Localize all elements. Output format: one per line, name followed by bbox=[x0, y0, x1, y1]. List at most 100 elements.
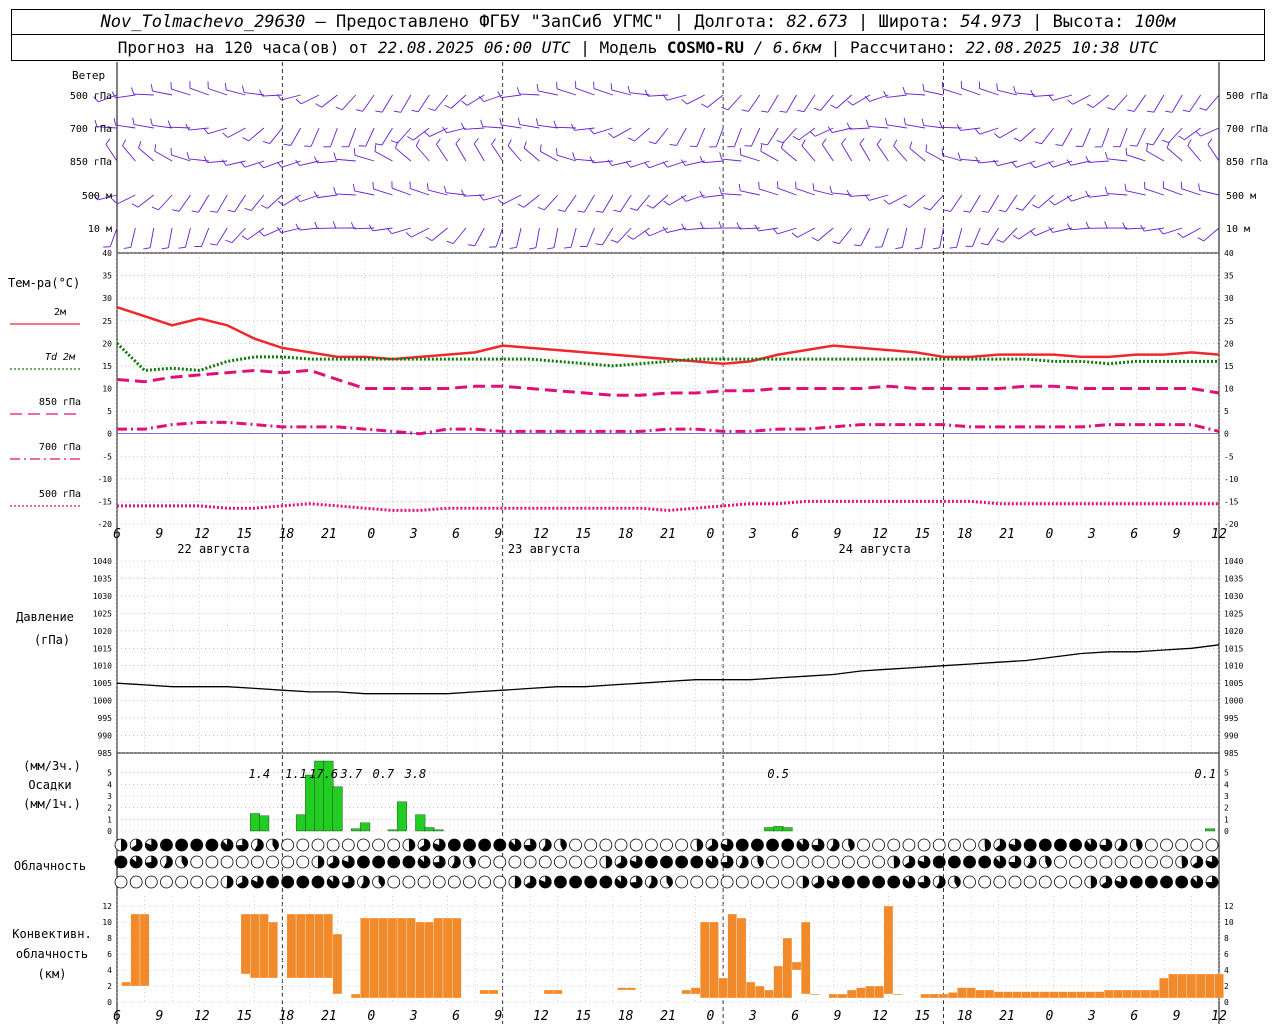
wind-barb-feather bbox=[497, 199, 504, 205]
conv-bar bbox=[433, 917, 444, 999]
conv-bar bbox=[745, 981, 756, 999]
wind-barb bbox=[893, 145, 908, 162]
temp-tick-label: 25 bbox=[102, 317, 112, 326]
cloud-fill bbox=[357, 856, 370, 868]
wind-barb-feather bbox=[536, 83, 539, 92]
pressure-unit: (гПа) bbox=[34, 633, 70, 647]
cloud-title: Облачность bbox=[14, 859, 86, 873]
cloud-fill bbox=[317, 856, 324, 868]
conv-bar bbox=[452, 917, 462, 999]
wind-barb bbox=[198, 194, 210, 213]
temp-tick-label-right: 30 bbox=[1224, 294, 1234, 303]
conv-tick-label: 6 bbox=[107, 950, 112, 959]
wind-barb bbox=[586, 227, 595, 247]
wind-barb bbox=[901, 227, 908, 248]
wind-barb-feather bbox=[113, 118, 117, 126]
conv-bar bbox=[1159, 977, 1169, 999]
wind-barb-feather bbox=[407, 136, 414, 141]
wind-barb bbox=[836, 94, 852, 109]
precip-tick-label-right: 0 bbox=[1224, 827, 1229, 836]
conv-bar bbox=[947, 992, 958, 999]
conv-bar bbox=[351, 993, 361, 999]
wind-barb bbox=[283, 194, 301, 206]
time-tick-label: 21 bbox=[321, 527, 337, 542]
time-tick-label-bottom: 21 bbox=[660, 1009, 676, 1024]
conv-bar bbox=[782, 937, 793, 999]
cloud-symbol bbox=[1069, 855, 1083, 869]
wind-barb bbox=[267, 194, 283, 209]
convective-bars bbox=[121, 905, 1224, 999]
wind-barb bbox=[544, 194, 559, 211]
cloud-symbol bbox=[220, 855, 234, 869]
cloud-symbol bbox=[1160, 855, 1173, 869]
cloud-symbol bbox=[1054, 875, 1067, 889]
conv-bar bbox=[479, 989, 490, 995]
cloud-fill bbox=[190, 839, 203, 851]
date-label: 22 августа bbox=[177, 542, 249, 556]
cloud-symbol bbox=[296, 855, 310, 869]
wind-barb-feather bbox=[998, 209, 1007, 213]
wind-barb bbox=[1082, 127, 1091, 147]
wind-barb bbox=[317, 194, 338, 199]
wind-barb-feather bbox=[393, 110, 401, 113]
wind-barb bbox=[117, 194, 136, 205]
wind-barb bbox=[634, 127, 650, 142]
temp-tick-label-right: 20 bbox=[1224, 339, 1234, 348]
wind-barb bbox=[281, 94, 301, 101]
wind-barb-feather bbox=[242, 137, 249, 142]
wind-barb-feather bbox=[779, 110, 787, 113]
conv-bar bbox=[966, 987, 976, 999]
cloud-symbol bbox=[493, 855, 507, 869]
wind-barb-feather bbox=[444, 104, 452, 109]
temp-tick-label: -15 bbox=[98, 497, 113, 506]
temp-tick-label: 0 bbox=[107, 430, 112, 439]
conv-bar bbox=[387, 917, 398, 999]
wind-barb bbox=[244, 160, 265, 168]
wind-level-label: 500 м bbox=[82, 191, 112, 202]
cloud-fill bbox=[478, 839, 491, 851]
wind-barb-feather bbox=[610, 239, 618, 243]
wind-barb-feather bbox=[491, 138, 496, 145]
wind-barb bbox=[786, 94, 797, 113]
time-tick-label-bottom: 9 bbox=[495, 1009, 503, 1024]
wind-barb bbox=[362, 94, 375, 112]
wind-barb-feather bbox=[832, 241, 840, 245]
wind-barb bbox=[888, 194, 907, 205]
temp-tick-label-right: 0 bbox=[1224, 430, 1229, 439]
time-tick-label: 15 bbox=[575, 527, 591, 542]
press-tick-label: 985 bbox=[98, 749, 113, 758]
wind-barb-feather bbox=[1104, 221, 1108, 229]
press-tick-label-right: 1030 bbox=[1224, 592, 1243, 601]
wind-barb bbox=[583, 194, 595, 213]
press-tick-label: 1015 bbox=[93, 644, 112, 653]
wind-barb bbox=[208, 88, 228, 96]
wind-barb bbox=[1113, 94, 1128, 111]
cloud-symbol bbox=[872, 855, 886, 869]
temp-tick-label-right: 10 bbox=[1224, 385, 1234, 394]
temp-tick-label-right: 25 bbox=[1224, 317, 1234, 326]
cloud-fill bbox=[781, 839, 794, 851]
wind-barb bbox=[759, 188, 779, 196]
wind-barb bbox=[636, 194, 650, 211]
wind-barb-feather bbox=[315, 103, 322, 108]
press-tick-label-right: 1000 bbox=[1224, 697, 1243, 706]
conv-bar bbox=[1149, 989, 1160, 999]
wind-barb bbox=[767, 94, 779, 113]
conv-bar bbox=[773, 965, 783, 999]
time-tick-label: 9 bbox=[834, 527, 842, 542]
wind-barb bbox=[330, 127, 338, 147]
cloud-symbol bbox=[963, 875, 976, 889]
precip-title: Осадки bbox=[28, 778, 71, 792]
wind-barb bbox=[869, 194, 889, 201]
wind-barb-feather bbox=[537, 206, 545, 211]
cloud-fill bbox=[645, 856, 658, 868]
wind-barb bbox=[115, 94, 136, 99]
wind-barb-feather bbox=[925, 144, 928, 152]
conv-bar bbox=[1058, 991, 1068, 999]
wind-barb-feather bbox=[772, 228, 778, 235]
conv-bar bbox=[305, 913, 315, 979]
precip-bar bbox=[764, 827, 775, 832]
conv-bar bbox=[369, 917, 379, 999]
temp-tick-label: 40 bbox=[102, 249, 112, 258]
conv-bar bbox=[250, 913, 260, 979]
